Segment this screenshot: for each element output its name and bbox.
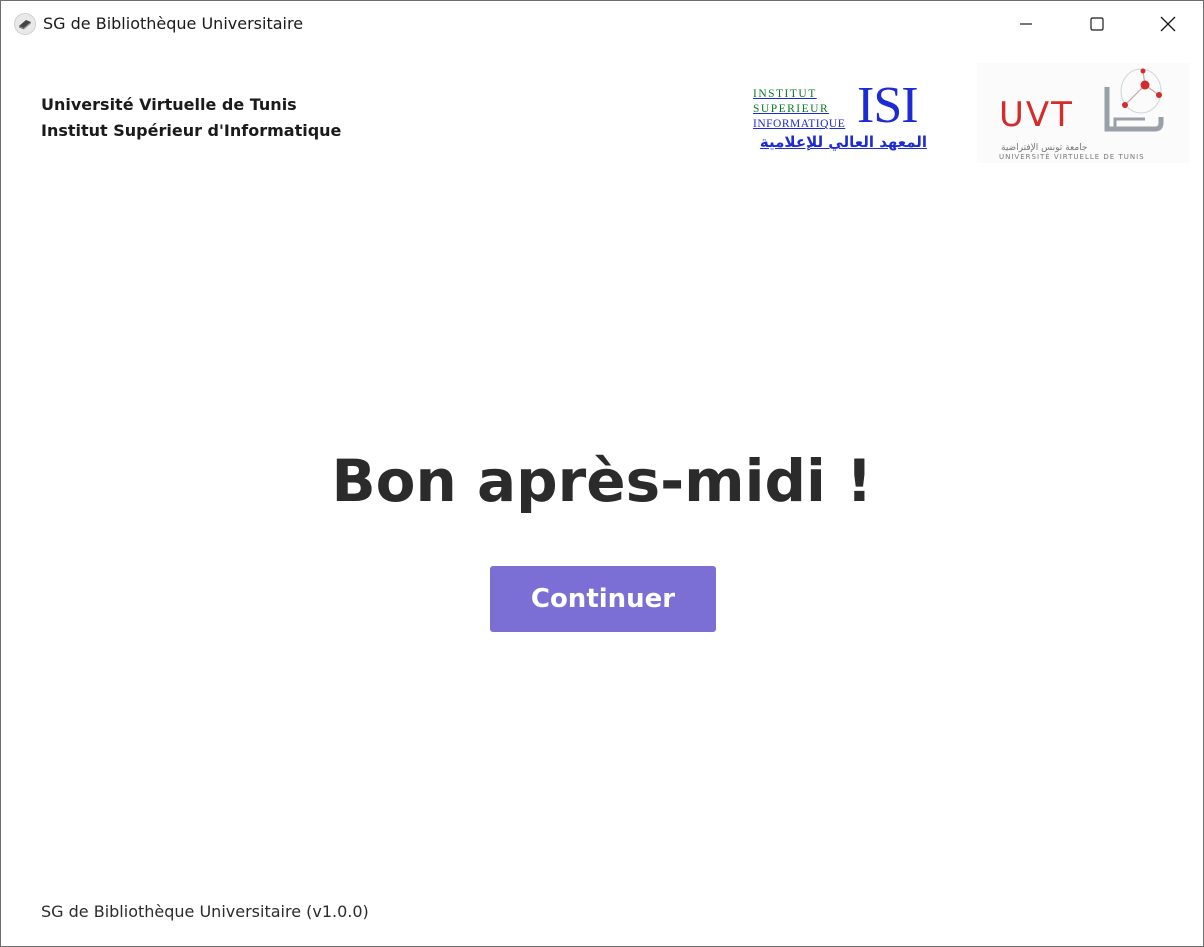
maximize-icon [1090, 17, 1104, 31]
close-icon [1160, 16, 1176, 32]
institution-heading: Université Virtuelle de Tunis Institut S… [41, 92, 341, 144]
minimize-icon [1020, 23, 1032, 25]
uvt-logo-subtitle: UNIVERSITÉ VIRTUELLE DE TUNIS [999, 153, 1145, 161]
institute-name: Institut Supérieur d'Informatique [41, 121, 342, 140]
title-bar[interactable]: SG de Bibliothèque Universitaire [1, 1, 1203, 47]
continue-button[interactable]: Continuer [490, 566, 716, 632]
isi-logo-line3: INFORMATIQUE [753, 118, 846, 130]
uvt-logo: UVT جامعة تونس الإفتراضية UNIVERSITÉ VIR… [977, 63, 1189, 163]
uvt-logo-acronym: UVT [999, 95, 1074, 135]
book-icon [14, 13, 36, 35]
close-button[interactable] [1145, 1, 1191, 47]
isi-logo-wordmark: INSTITUT SUPERIEUR INFORMATIQUE [753, 87, 857, 132]
uvt-logo-arabic: جامعة تونس الإفتراضية [1001, 143, 1088, 153]
window-title: SG de Bibliothèque Universitaire [43, 14, 304, 33]
version-footer: SG de Bibliothèque Universitaire (v1.0.0… [41, 902, 369, 921]
isi-logo-acronym: ISI [857, 77, 919, 134]
minimize-button[interactable] [1003, 1, 1049, 47]
uvt-network-graphic [1104, 68, 1164, 132]
app-window: SG de Bibliothèque Universitaire Univers… [0, 0, 1204, 947]
isi-logo: INSTITUT SUPERIEUR INFORMATIQUE ISI المع… [753, 79, 937, 157]
isi-logo-line1: INSTITUT [753, 88, 817, 100]
greeting-heading: Bon après-midi ! [331, 447, 873, 515]
university-name: Université Virtuelle de Tunis [41, 95, 297, 114]
maximize-button[interactable] [1074, 1, 1120, 47]
isi-logo-line2: SUPERIEUR [753, 103, 830, 115]
isi-logo-arabic: المعهد العالي للإعلامية [759, 133, 928, 151]
